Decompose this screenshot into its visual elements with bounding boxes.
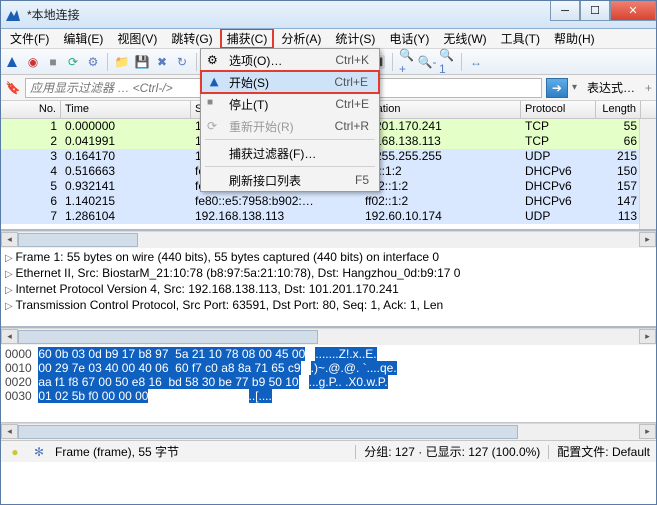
packet-details[interactable]: Frame 1: 55 bytes on wire (440 bits), 55…	[1, 248, 656, 328]
maximize-button[interactable]: ☐	[580, 1, 610, 21]
zoom-in-icon[interactable]: 🔍+	[399, 54, 415, 70]
statusbar: ● ✻ Frame (frame), 55 字节 分组: 127 · 已显示: …	[1, 440, 656, 462]
menu-filters-label: 捕获过滤器(F)…	[229, 145, 316, 162]
menu-options-label: 选项(O)…	[229, 52, 282, 69]
stop-icon: ■	[207, 97, 221, 111]
packet-list-hscroll[interactable]: ◂ ▸	[1, 231, 656, 248]
add-filter-icon[interactable]: +	[645, 81, 652, 95]
apply-filter-button[interactable]: ➔	[546, 78, 568, 98]
menu-wireless[interactable]: 无线(W)	[436, 28, 493, 49]
status-left: Frame (frame), 55 字节	[55, 443, 179, 460]
col-no[interactable]: No.	[1, 101, 61, 118]
shark-fin-icon	[208, 75, 222, 89]
menu-restart-shortcut: Ctrl+R	[335, 119, 369, 133]
menu-statistics[interactable]: 统计(S)	[328, 28, 382, 49]
col-length[interactable]: Length	[596, 101, 641, 118]
table-row[interactable]: 61.140215fe80::e5:7958:b902:…ff02::1:2DH…	[1, 194, 656, 209]
menu-capture[interactable]: 捕获(C)	[220, 28, 275, 49]
table-row[interactable]: 71.286104192.168.138.113192.60.10.174UDP…	[1, 209, 656, 224]
menu-file[interactable]: 文件(F)	[3, 28, 56, 49]
menu-telephony[interactable]: 电话(Y)	[382, 28, 436, 49]
menu-capture-filters[interactable]: 捕获过滤器(F)…	[201, 142, 379, 164]
menu-help[interactable]: 帮助(H)	[547, 28, 602, 49]
restart-icon: ⟳	[207, 119, 221, 133]
menu-start-shortcut: Ctrl+E	[334, 75, 368, 89]
minimize-button[interactable]: ─	[550, 1, 580, 21]
detail-ip[interactable]: Internet Protocol Version 4, Src: 192.16…	[5, 282, 652, 298]
col-destination[interactable]: tination	[361, 101, 521, 118]
col-protocol[interactable]: Protocol	[521, 101, 596, 118]
capture-start-icon[interactable]: ◉	[25, 54, 41, 70]
titlebar: *本地连接 ─ ☐ ✕	[1, 1, 656, 29]
shark-fin-icon[interactable]	[5, 54, 21, 70]
bytes-hscroll[interactable]: ◂ ▸	[1, 423, 656, 440]
menu-go[interactable]: 跳转(G)	[164, 28, 219, 49]
menu-analyze[interactable]: 分析(A)	[274, 28, 328, 49]
detail-eth[interactable]: Ethernet II, Src: BiostarM_21:10:78 (b8:…	[5, 266, 652, 282]
open-icon[interactable]: 📁	[114, 54, 130, 70]
save-icon[interactable]: 💾	[134, 54, 150, 70]
close-file-icon[interactable]: ✖	[154, 54, 170, 70]
capture-stop-icon[interactable]: ■	[45, 54, 61, 70]
expression-button[interactable]: 表达式…	[581, 79, 641, 96]
app-icon	[5, 7, 21, 23]
detail-frame[interactable]: Frame 1: 55 bytes on wire (440 bits), 55…	[5, 250, 652, 266]
menu-start-label: 开始(S)	[229, 74, 269, 91]
capture-restart-icon[interactable]: ⟳	[65, 54, 81, 70]
vertical-scrollbar[interactable]	[639, 119, 656, 229]
menu-start[interactable]: 开始(S) Ctrl+E	[201, 71, 379, 93]
close-button[interactable]: ✕	[610, 1, 656, 21]
status-packets: 分组: 127 · 已显示: 127 (100.0%)	[364, 443, 540, 460]
menu-restart-label: 重新开始(R)	[229, 118, 294, 135]
menu-edit[interactable]: 编辑(E)	[56, 28, 110, 49]
zoom-out-icon[interactable]: 🔍-	[419, 54, 435, 70]
menu-options[interactable]: ⚙ 选项(O)… Ctrl+K	[201, 49, 379, 71]
capture-options-icon[interactable]: ⚙	[85, 54, 101, 70]
menu-stop-shortcut: Ctrl+E	[335, 97, 369, 111]
expert-info-icon[interactable]: ●	[7, 444, 23, 460]
menu-view[interactable]: 视图(V)	[110, 28, 164, 49]
menu-refresh-shortcut: F5	[355, 173, 369, 187]
menu-stop[interactable]: ■ 停止(T) Ctrl+E	[201, 93, 379, 115]
gear-icon: ⚙	[207, 53, 221, 67]
window-buttons: ─ ☐ ✕	[550, 1, 656, 21]
col-time[interactable]: Time	[61, 101, 191, 118]
dropdown-icon[interactable]: ▾	[572, 82, 577, 93]
menu-tools[interactable]: 工具(T)	[494, 28, 547, 49]
bookmark-icon[interactable]: 🔖	[5, 80, 21, 96]
reload-icon[interactable]: ↻	[174, 54, 190, 70]
menu-restart[interactable]: ⟳ 重新开始(R) Ctrl+R	[201, 115, 379, 137]
menu-stop-label: 停止(T)	[229, 96, 268, 113]
menu-options-shortcut: Ctrl+K	[335, 53, 369, 67]
capture-menu-dropdown: ⚙ 选项(O)… Ctrl+K 开始(S) Ctrl+E ■ 停止(T) Ctr…	[200, 48, 380, 192]
menu-refresh-label: 刷新接口列表	[229, 172, 301, 189]
details-hscroll[interactable]: ◂ ▸	[1, 328, 656, 345]
menu-refresh-ifaces[interactable]: 刷新接口列表 F5	[201, 169, 379, 191]
resize-cols-icon[interactable]: ↔	[468, 54, 484, 70]
capture-icon[interactable]: ✻	[31, 444, 47, 460]
menubar: 文件(F) 编辑(E) 视图(V) 跳转(G) 捕获(C) 分析(A) 统计(S…	[1, 29, 656, 49]
zoom-reset-icon[interactable]: 🔍1	[439, 54, 455, 70]
status-profile[interactable]: 配置文件: Default	[557, 443, 650, 460]
packet-bytes[interactable]: 0000 60 0b 03 0d b9 17 b8 97 5a 21 10 78…	[1, 345, 656, 423]
detail-tcp[interactable]: Transmission Control Protocol, Src Port:…	[5, 298, 652, 314]
